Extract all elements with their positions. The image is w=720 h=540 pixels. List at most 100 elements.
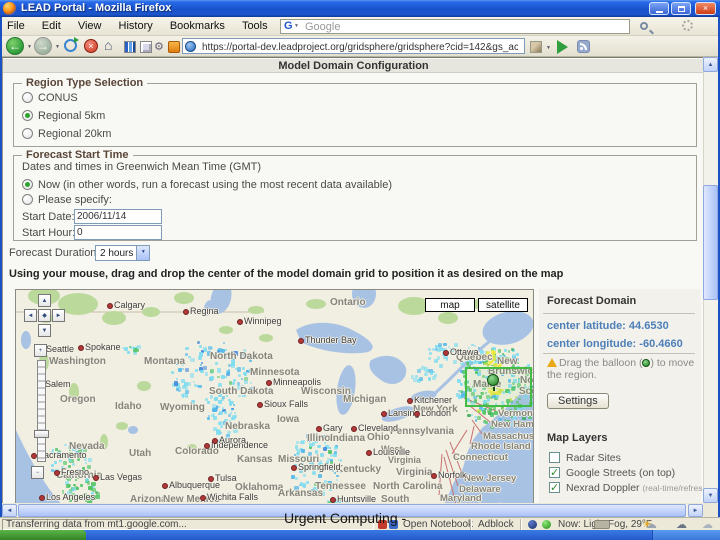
checkbox-icon[interactable]: [549, 452, 560, 463]
menu-view[interactable]: View: [71, 17, 109, 32]
pan-center-button[interactable]: ◆: [38, 309, 51, 322]
map-city-label: Gary: [316, 423, 343, 433]
scroll-down-button[interactable]: ▼: [703, 488, 718, 503]
home-button[interactable]: ⌂: [104, 37, 112, 53]
online-status-icon[interactable]: [542, 520, 551, 529]
scroll-up-button[interactable]: ▲: [703, 57, 718, 72]
pan-up-button[interactable]: ▲: [38, 294, 51, 307]
radio-regional-20km[interactable]: Regional 20km: [22, 128, 111, 143]
extension-icon[interactable]: [140, 41, 152, 53]
layer-nexrad-doppler[interactable]: Nexrad Doppler (real-time/refreshed): [549, 481, 703, 496]
reload-button[interactable]: [64, 37, 79, 52]
pan-down-button[interactable]: ▼: [38, 324, 51, 337]
chart-extension-icon[interactable]: [124, 41, 136, 53]
map-city-label: Ottawa: [443, 347, 479, 357]
vertical-scrollbar[interactable]: ▲ ▼: [703, 57, 718, 503]
adblock-label[interactable]: Adblock: [478, 519, 514, 530]
zoom-slider-thumb[interactable]: [34, 430, 49, 438]
radio-icon[interactable]: [22, 92, 33, 103]
warning-icon: [547, 358, 557, 367]
map-view-button[interactable]: map: [425, 298, 475, 312]
title-bar[interactable]: LEAD Portal - Mozilla Firefox ×: [0, 0, 720, 17]
delicious-extension-icon[interactable]: [168, 41, 180, 53]
map-city-label: Wichita Falls: [199, 492, 259, 502]
pan-right-button[interactable]: ►: [52, 309, 65, 322]
minimize-button[interactable]: [649, 2, 669, 15]
search-engine-dropdown-icon[interactable]: ▼: [294, 23, 299, 29]
model-domain-grid-box[interactable]: [465, 367, 532, 407]
region-type-fieldset: Region Type Selection CONUS Regional 5km…: [13, 77, 697, 147]
forecast-duration-select[interactable]: 2 hours ▼: [95, 245, 151, 261]
back-button[interactable]: ←: [6, 37, 24, 55]
radio-now[interactable]: Now (in other words, run a forecast usin…: [22, 179, 392, 194]
start-hour-input[interactable]: [74, 225, 162, 240]
map-state-label: Idaho: [115, 401, 142, 412]
zoom-out-button[interactable]: −: [31, 466, 44, 479]
search-icon[interactable]: [640, 22, 648, 30]
rss-feed-icon[interactable]: [577, 40, 590, 53]
radio-please-specify[interactable]: Please specify:: [22, 194, 112, 209]
url-history-dropdown-icon[interactable]: ▼: [546, 45, 551, 51]
url-bar[interactable]: [182, 38, 525, 54]
system-tray-fragment: [652, 530, 720, 540]
map-city-label: Norfolk: [431, 470, 467, 480]
menu-bookmarks[interactable]: Bookmarks: [163, 17, 232, 32]
scroll-left-button[interactable]: ◄: [2, 504, 17, 517]
gmt-note: Dates and times in Greenwich Mean Time (…: [22, 161, 262, 173]
start-date-input[interactable]: [74, 209, 162, 224]
region-type-legend: Region Type Selection: [22, 77, 148, 89]
stop-button[interactable]: ×: [84, 39, 98, 53]
vertical-scroll-thumb[interactable]: [703, 185, 718, 300]
activity-throbber-icon: [682, 20, 693, 31]
pan-left-button[interactable]: ◄: [24, 309, 37, 322]
forecast-start-fieldset: Forecast Start Time Dates and times in G…: [13, 149, 697, 241]
radio-regional-5km[interactable]: Regional 5km: [22, 110, 105, 125]
edit-url-icon[interactable]: [530, 41, 542, 53]
map-instruction: Using your mouse, drag and drop the cent…: [9, 268, 564, 280]
go-button[interactable]: [557, 40, 575, 54]
restore-button[interactable]: [671, 2, 691, 15]
close-button[interactable]: ×: [695, 2, 716, 15]
satellite-view-button[interactable]: satellite: [478, 298, 528, 312]
chevron-down-icon[interactable]: ▼: [136, 246, 150, 260]
forward-dropdown-icon[interactable]: ▼: [55, 44, 60, 50]
layer-radar-sites[interactable]: Radar Sites: [549, 452, 621, 466]
google-search-input[interactable]: G ▼ Google: [280, 19, 630, 34]
gear-icon[interactable]: ⚙: [154, 41, 164, 53]
start-button-fragment[interactable]: [0, 530, 86, 540]
radio-icon[interactable]: [22, 128, 33, 139]
radio-conus[interactable]: CONUS: [22, 92, 78, 107]
menu-tools[interactable]: Tools: [235, 17, 275, 32]
zoom-in-button[interactable]: +: [34, 344, 47, 357]
radio-checked-icon[interactable]: [22, 179, 33, 190]
menu-edit[interactable]: Edit: [35, 17, 68, 32]
map-state-label: Ohio: [367, 432, 390, 443]
checkbox-checked-icon[interactable]: [549, 481, 560, 494]
map-city-label: Louisville: [365, 447, 411, 457]
map-labels: Washington Oregon Idaho Montana Wyoming North…: [16, 290, 533, 503]
radio-checked-icon[interactable]: [22, 110, 33, 121]
menu-history[interactable]: History: [112, 17, 160, 32]
google-logo-icon: G: [284, 20, 293, 32]
scroll-right-button[interactable]: ►: [688, 504, 703, 517]
settings-button[interactable]: Settings: [547, 393, 609, 409]
start-date-row: Start Date:: [22, 209, 162, 226]
window-title: LEAD Portal - Mozilla Firefox: [21, 2, 172, 14]
domain-balloon-marker[interactable]: [487, 374, 499, 391]
fog-image-icon[interactable]: [594, 520, 610, 529]
layer-google-streets[interactable]: Google Streets (on top): [549, 466, 675, 481]
forecast-start-legend: Forecast Start Time: [22, 149, 133, 161]
map-city-label: Huntsville: [329, 494, 377, 503]
zoom-slider-track[interactable]: [37, 360, 46, 462]
google-map[interactable]: Washington Oregon Idaho Montana Wyoming North…: [15, 289, 534, 503]
globe-status-icon[interactable]: [528, 520, 537, 529]
radio-icon[interactable]: [22, 194, 33, 205]
back-dropdown-icon[interactable]: ▼: [27, 44, 32, 50]
map-city-label: Winnipeg: [237, 316, 282, 326]
url-input[interactable]: [200, 41, 520, 54]
checkbox-checked-icon[interactable]: [549, 466, 560, 479]
menu-file[interactable]: File: [0, 17, 32, 32]
open-notebook-label[interactable]: Open Notebook: [403, 519, 473, 530]
forward-button[interactable]: →: [34, 37, 52, 55]
browser-viewport: Model Domain Configuration Region Type S…: [2, 57, 703, 503]
